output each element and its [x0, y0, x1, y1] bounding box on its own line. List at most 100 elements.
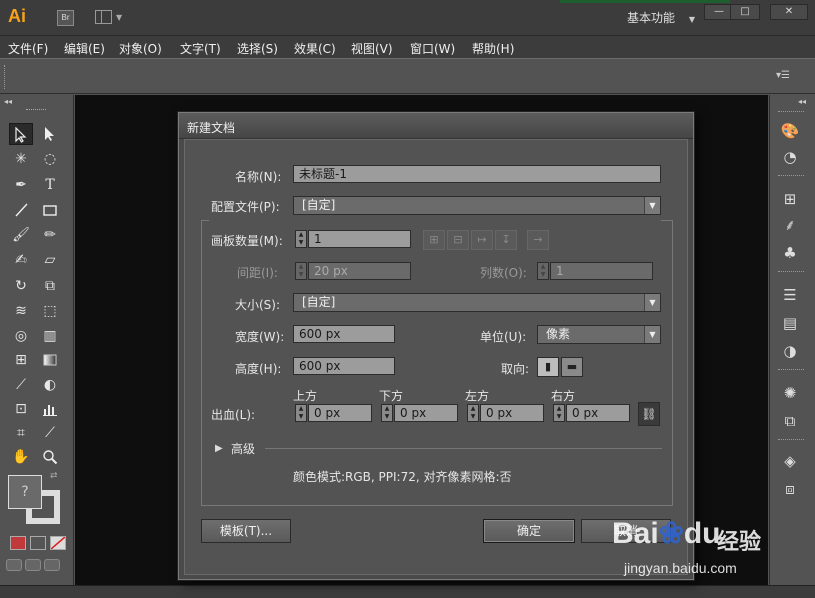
- advanced-toggle-icon[interactable]: ▶: [215, 443, 223, 454]
- portrait-orientation-button[interactable]: ▮: [537, 357, 559, 377]
- title-bar: Ai Br ▼ 基本功能 ▼ — □ ✕: [0, 0, 815, 36]
- landscape-orientation-button[interactable]: ▬: [561, 357, 583, 377]
- eyedropper-tool-icon[interactable]: ⟋: [9, 374, 33, 396]
- menu-object[interactable]: 对象(O): [119, 40, 162, 57]
- bleed-right-stepper[interactable]: ▲ ▼: [553, 404, 565, 422]
- dock-grip[interactable]: [778, 111, 804, 112]
- size-select[interactable]: [自定] ▼: [293, 293, 661, 312]
- ok-button[interactable]: 确定: [483, 519, 575, 543]
- brushes-icon[interactable]: ⸙: [780, 215, 800, 235]
- gradient-icon[interactable]: ▤: [780, 313, 800, 333]
- menu-help[interactable]: 帮助(H): [472, 40, 514, 57]
- collapse-dock-icon[interactable]: ◂◂: [798, 97, 806, 106]
- width-input[interactable]: 600 px: [293, 325, 395, 343]
- swap-fill-stroke-icon[interactable]: ⇄: [50, 471, 58, 481]
- bleed-left-input[interactable]: 0 px: [480, 404, 544, 422]
- bleed-top-input[interactable]: 0 px: [308, 404, 372, 422]
- graphic-styles-icon[interactable]: ⧉: [780, 411, 800, 431]
- mesh-tool-icon[interactable]: ⊞: [9, 349, 33, 371]
- collapse-panel-icon[interactable]: ◂◂: [4, 97, 12, 106]
- shape-builder-tool-icon[interactable]: ◎: [9, 325, 33, 347]
- group-border: [661, 220, 673, 221]
- perspective-grid-tool-icon[interactable]: ▥: [38, 325, 62, 347]
- bleed-bottom-input[interactable]: 0 px: [394, 404, 458, 422]
- workspace-switcher[interactable]: 基本功能 ▼: [627, 9, 695, 26]
- profile-select[interactable]: [自定] ▼: [293, 196, 661, 215]
- symbols-icon[interactable]: ♣: [780, 243, 800, 263]
- bleed-bottom-stepper[interactable]: ▲ ▼: [381, 404, 393, 422]
- column-graph-tool-icon[interactable]: [38, 398, 62, 420]
- type-tool-icon[interactable]: T: [38, 174, 62, 196]
- height-input[interactable]: 600 px: [293, 357, 395, 375]
- paintbrush-tool-icon[interactable]: 🖌: [9, 224, 33, 246]
- chevron-down-icon: ▼: [644, 197, 660, 214]
- menu-type[interactable]: 文字(T): [180, 40, 221, 57]
- bleed-right-input[interactable]: 0 px: [566, 404, 630, 422]
- size-label: 大小(S):: [235, 298, 281, 312]
- appearance-icon[interactable]: ✺: [780, 383, 800, 403]
- units-select[interactable]: 像素 ▼: [537, 325, 661, 344]
- screen-mode-buttons[interactable]: [6, 559, 66, 573]
- templates-button[interactable]: 模板(T)...: [201, 519, 291, 543]
- none-mode-button[interactable]: [50, 536, 66, 550]
- menu-edit[interactable]: 编辑(E): [64, 40, 105, 57]
- menu-window[interactable]: 窗口(W): [410, 40, 455, 57]
- blob-brush-tool-icon[interactable]: ✍: [9, 249, 33, 271]
- artboard-tool-icon[interactable]: ⌗: [9, 422, 33, 444]
- color-guide-icon[interactable]: ◔: [780, 147, 800, 167]
- scale-tool-icon[interactable]: ⧉: [38, 275, 62, 297]
- direct-selection-tool-icon[interactable]: [38, 123, 62, 145]
- selection-tool-icon[interactable]: [9, 123, 33, 145]
- gradient-tool-icon[interactable]: [38, 349, 62, 371]
- swatches-icon[interactable]: ⊞: [780, 189, 800, 209]
- pen-tool-icon[interactable]: ✒: [9, 174, 33, 196]
- stroke-icon[interactable]: ☰: [780, 285, 800, 305]
- document-name-input[interactable]: 未标题-1: [293, 165, 661, 183]
- pencil-tool-icon[interactable]: ✏: [38, 224, 62, 246]
- maximize-button[interactable]: □: [730, 4, 760, 20]
- chevron-down-icon: ▼: [644, 326, 660, 343]
- slice-tool-icon[interactable]: ⟋: [38, 422, 62, 444]
- arrange-documents-button[interactable]: ▼: [95, 10, 125, 26]
- menu-view[interactable]: 视图(V): [351, 40, 393, 57]
- draw-behind-icon[interactable]: [25, 559, 41, 571]
- magic-wand-tool-icon[interactable]: ✳: [9, 148, 33, 170]
- bleed-top-stepper[interactable]: ▲ ▼: [295, 404, 307, 422]
- menu-file[interactable]: 文件(F): [8, 40, 48, 57]
- symbol-sprayer-tool-icon[interactable]: ⊡: [9, 398, 33, 420]
- layers-icon[interactable]: ◈: [780, 451, 800, 471]
- transparency-icon[interactable]: ◑: [780, 341, 800, 361]
- line-segment-tool-icon[interactable]: [9, 199, 33, 221]
- bridge-button[interactable]: Br: [57, 10, 74, 26]
- panel-menu-icon[interactable]: ▾☰: [776, 70, 790, 81]
- gradient-mode-button[interactable]: [30, 536, 46, 550]
- menu-select[interactable]: 选择(S): [237, 40, 278, 57]
- profile-label: 配置文件(P):: [211, 200, 280, 214]
- fill-swatch[interactable]: ?: [8, 475, 42, 509]
- draw-inside-icon[interactable]: [44, 559, 60, 571]
- advanced-label[interactable]: 高级: [231, 440, 255, 457]
- artboards-count-input[interactable]: 1: [308, 230, 411, 248]
- color-icon[interactable]: 🎨: [780, 121, 800, 141]
- blend-tool-icon[interactable]: ◐: [38, 374, 62, 396]
- watermark-brand: Bai: [612, 517, 659, 550]
- lasso-tool-icon[interactable]: ◌: [38, 148, 62, 170]
- tools-panel-grip[interactable]: [26, 109, 46, 111]
- eraser-tool-icon[interactable]: ▱: [38, 249, 62, 271]
- artboards-icon[interactable]: ⧈: [780, 479, 800, 499]
- close-button[interactable]: ✕: [770, 4, 808, 20]
- draw-normal-icon[interactable]: [6, 559, 22, 571]
- control-bar-grip[interactable]: [4, 65, 7, 89]
- color-mode-button[interactable]: [10, 536, 26, 550]
- bleed-left-stepper[interactable]: ▲ ▼: [467, 404, 479, 422]
- link-bleed-icon[interactable]: ⛓: [638, 402, 660, 426]
- menu-effect[interactable]: 效果(C): [294, 40, 336, 57]
- hand-tool-icon[interactable]: ✋: [9, 446, 33, 468]
- fill-stroke-control[interactable]: ? ⇄: [6, 470, 68, 525]
- free-transform-tool-icon[interactable]: ⬚: [38, 300, 62, 322]
- rotate-tool-icon[interactable]: ↻: [9, 275, 33, 297]
- zoom-tool-icon[interactable]: [38, 446, 62, 468]
- width-tool-icon[interactable]: ≋: [9, 300, 33, 322]
- artboards-stepper[interactable]: ▲ ▼: [295, 230, 307, 248]
- rectangle-tool-icon[interactable]: [38, 199, 62, 221]
